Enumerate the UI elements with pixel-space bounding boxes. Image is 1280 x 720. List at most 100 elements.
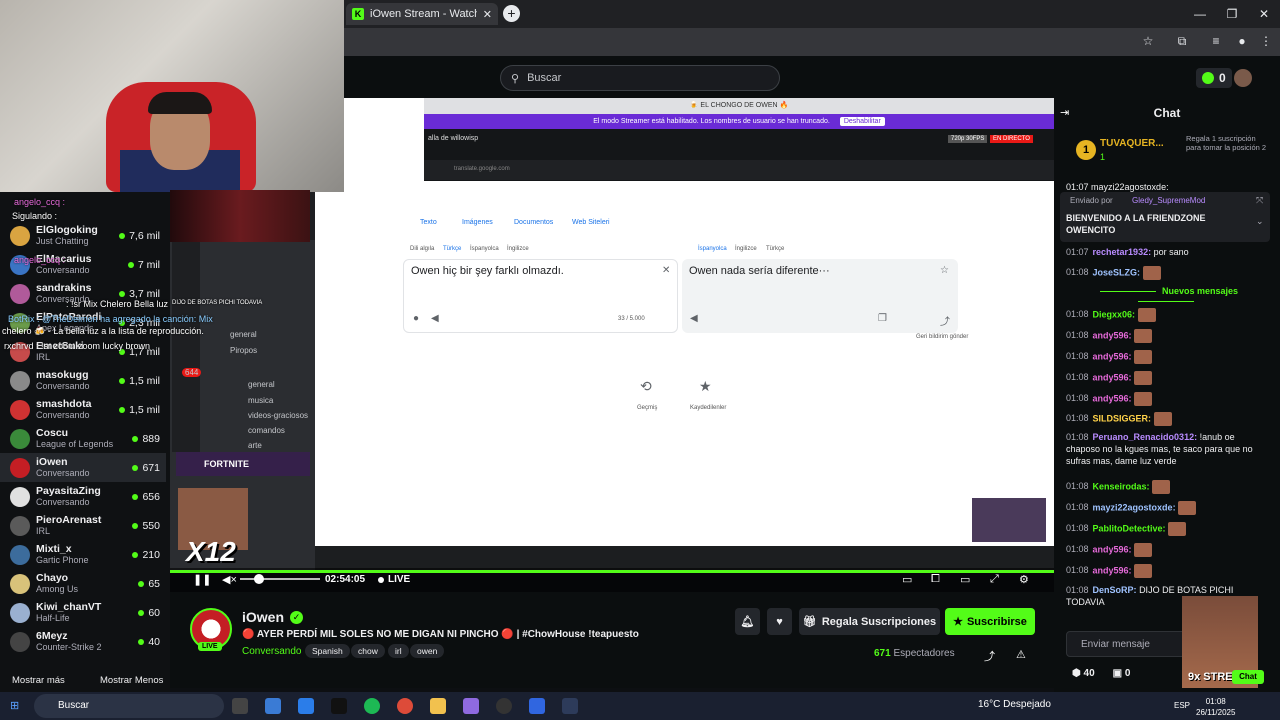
browser-tab[interactable]: K iOwen Stream - Watch Live on ... ✕ <box>346 3 498 25</box>
taskbar-search[interactable]: Buscar <box>34 694 224 718</box>
sidebar-channel[interactable]: ElGlogoking Just Chatting 7,6 mil <box>0 221 166 250</box>
notification-bell-icon[interactable]: 🔔︎ <box>735 608 760 635</box>
mute-icon[interactable]: ◀× <box>222 573 237 586</box>
avatar <box>10 486 30 507</box>
menu-icon[interactable]: ⋮ <box>1258 34 1274 50</box>
new-messages-divider[interactable]: Nuevos mensajes <box>1064 286 1268 306</box>
message-username[interactable]: SILDSIGGER: <box>1093 413 1152 423</box>
share-icon: ⤴ <box>940 317 950 328</box>
gift-prompt: Regala 1 suscripción para tomar la posic… <box>1186 134 1267 152</box>
search-input[interactable]: ⚲ Buscar <box>500 65 780 91</box>
message-username[interactable]: Peruano_Renacido0312: <box>1093 432 1198 442</box>
message-username[interactable]: andy596: <box>1093 372 1132 382</box>
volume-knob[interactable] <box>254 574 264 584</box>
avatar <box>10 544 30 565</box>
store-icon[interactable] <box>265 698 281 714</box>
sidebar-channel[interactable]: Mixti_x Gartic Phone 210 <box>0 540 166 569</box>
message-username[interactable]: mayzi22agostoxde: <box>1093 502 1176 512</box>
tag-pill[interactable]: irl <box>388 644 409 658</box>
spotify-icon[interactable] <box>364 698 380 714</box>
profile-icon[interactable]: ● <box>1234 34 1250 50</box>
miniplayer-icon[interactable]: ▭ <box>902 573 912 586</box>
message-username[interactable]: DenSoRP: <box>1093 585 1137 595</box>
collapse-chat-icon[interactable]: ⇥ <box>1060 106 1069 119</box>
message-username[interactable]: rechetar1932: <box>1093 247 1152 257</box>
channel-name[interactable]: iOwen <box>242 609 284 625</box>
chrome-icon[interactable] <box>397 698 413 714</box>
channel-name: Chayo <box>36 572 69 584</box>
volume-slider[interactable] <box>240 578 320 580</box>
subscribe-button[interactable]: ★ Suscribirse <box>945 608 1035 635</box>
show-more-link[interactable]: Mostrar más <box>12 675 65 686</box>
tiktok-icon[interactable] <box>331 698 347 714</box>
saved-label: Kaydedilenler <box>690 405 727 411</box>
tag-pill[interactable]: Spanish <box>305 644 350 658</box>
unpin-icon[interactable]: ⤧ <box>1256 195 1263 206</box>
sidebar-channel[interactable]: smashdota Conversando 1,5 mil <box>0 395 166 424</box>
sidebar-channel[interactable]: masokugg Conversando 1,5 mil <box>0 366 166 395</box>
user-avatar[interactable] <box>1234 69 1252 87</box>
app-icon[interactable] <box>529 698 545 714</box>
app-icon[interactable] <box>562 698 578 714</box>
gift-leaderboard[interactable]: 1 TUVAQUER... 1 Regala 1 suscripción par… <box>1060 130 1268 170</box>
media-icon[interactable]: ≡ <box>1208 34 1224 50</box>
restore-button[interactable]: ❐ <box>1216 0 1248 28</box>
message-time: 01:08 <box>1066 351 1089 362</box>
sidebar-channel[interactable]: PayasitaZing Conversando 656 <box>0 482 166 511</box>
sidebar-channel[interactable]: 6Meyz Counter-Strike 2 40 <box>0 627 166 656</box>
viewer-count: 40 <box>138 636 166 648</box>
live-indicator[interactable]: LIVE <box>378 574 410 585</box>
progress-bar[interactable] <box>170 570 1054 573</box>
sidebar-channel-active[interactable]: iOwen Conversando 671 <box>0 453 166 482</box>
language-indicator[interactable]: ESP <box>1174 701 1190 710</box>
fullscreen-icon[interactable]: ⤢ <box>990 573 999 586</box>
pause-icon[interactable]: ❚❚ <box>193 573 211 586</box>
sidebar-channel[interactable]: Kiwi_chanVT Half-Life 60 <box>0 598 166 627</box>
stream-category[interactable]: Conversando <box>242 646 301 657</box>
close-tab-icon[interactable]: ✕ <box>483 8 492 21</box>
message-username[interactable]: Kenseirodas: <box>1093 481 1150 491</box>
message-username[interactable]: JoseSLZG: <box>1093 267 1141 277</box>
share-icon[interactable]: ⤴ <box>984 648 995 664</box>
message-username[interactable]: andy596: <box>1093 544 1132 554</box>
message-username[interactable]: Diegxx06: <box>1093 309 1136 319</box>
channel-category: League of Legends <box>36 438 114 449</box>
sidebar-channel[interactable]: Chayo Among Us 65 <box>0 569 166 598</box>
message-username[interactable]: andy596: <box>1093 330 1132 340</box>
message-username[interactable]: PablitoDetective: <box>1093 523 1166 533</box>
system-clock[interactable]: 01:08 26/11/2025 <box>1196 696 1235 718</box>
theater-icon[interactable]: ▭ <box>960 573 970 586</box>
send-chat-button[interactable]: Chat <box>1232 670 1264 684</box>
weather-widget[interactable]: 16°C Despejado <box>978 699 1051 710</box>
close-window-button[interactable]: ✕ <box>1248 0 1280 28</box>
tag-pill[interactable]: chow <box>351 644 385 658</box>
edge-icon[interactable] <box>298 698 314 714</box>
windows-start-icon[interactable]: ⊞ <box>10 699 19 712</box>
follow-heart-icon[interactable]: ♥ <box>767 608 792 635</box>
clip-icon[interactable]: ⧠ <box>931 573 940 586</box>
message-username[interactable]: andy596: <box>1093 351 1132 361</box>
new-tab-button[interactable]: + <box>503 5 520 22</box>
file-explorer-icon[interactable] <box>430 698 446 714</box>
chat-input[interactable]: Enviar mensaje <box>1066 631 1186 657</box>
sidebar-channel[interactable]: PieroArenast IRL 550 <box>0 511 166 540</box>
copilot-icon[interactable] <box>463 698 479 714</box>
overlay-chat-line: BotRix : @TheDeimon ha agregado la canci… <box>8 314 213 324</box>
overlay-chat-line: chelero 🍻 - La bella luz a la lista de r… <box>2 326 204 336</box>
extensions-icon[interactable]: ⧉ <box>1174 34 1190 50</box>
star-icon[interactable]: ☆ <box>1140 34 1156 50</box>
obs-icon[interactable] <box>496 698 512 714</box>
sidebar-channel[interactable]: Coscu League of Legends 889 <box>0 424 166 453</box>
gift-subs-button[interactable]: 🎁︎ Regala Suscripciones <box>799 608 940 635</box>
report-icon[interactable]: ⚠ <box>1016 648 1026 661</box>
message-username[interactable]: andy596: <box>1093 393 1132 403</box>
points-badge[interactable]: 0 <box>1196 68 1232 88</box>
tag-pill[interactable]: owen <box>410 644 445 658</box>
message-username[interactable]: andy596: <box>1093 565 1132 575</box>
emote-image <box>1153 412 1172 426</box>
task-view-icon[interactable] <box>232 698 248 714</box>
minimize-button[interactable]: — <box>1184 0 1216 28</box>
show-less-link[interactable]: Mostrar Menos <box>100 675 163 686</box>
settings-gear-icon[interactable]: ⚙ <box>1019 573 1029 586</box>
chevron-down-icon[interactable]: ⌄ <box>1256 216 1264 227</box>
